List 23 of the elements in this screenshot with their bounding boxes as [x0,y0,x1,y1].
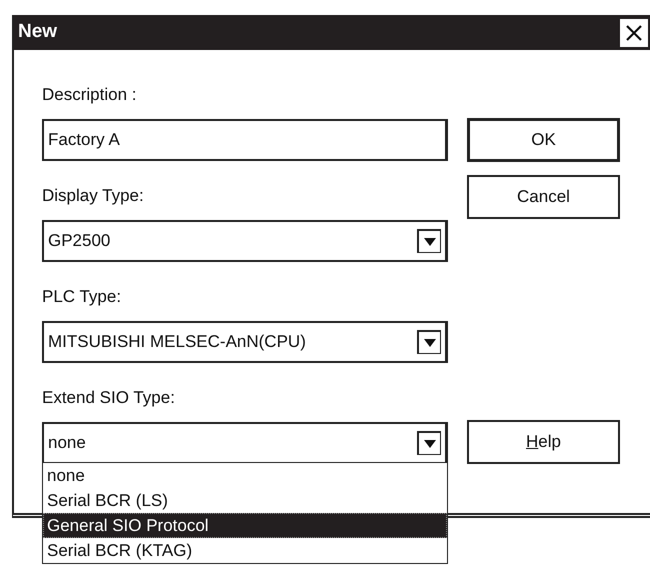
window-title: New [18,20,58,44]
caret-icon [424,238,436,246]
dialog-button[interactable]: OK [467,118,620,162]
field-label: PLC Type: [42,287,122,307]
caret-icon [424,440,436,448]
dropdown-option[interactable]: General SIO Protocol [43,513,447,538]
dropdown-field[interactable]: MITSUBISHI MELSEC-AnN(CPU) [42,321,448,363]
close-button[interactable] [620,18,648,46]
dropdown-field[interactable]: GP2500 [42,220,448,262]
dropdown-option[interactable]: none [43,463,447,488]
field-label: Extend SIO Type: [42,388,176,408]
dropdown-arrow-button[interactable] [417,431,441,455]
text-field[interactable]: Factory A [42,119,448,161]
dropdown-option[interactable]: Serial BCR (KTAG) [43,538,447,563]
field-label: Display Type: [42,186,145,206]
dropdown-arrow-button[interactable] [417,330,441,354]
dropdown-option[interactable]: Serial BCR (LS) [43,488,447,513]
dialog-button[interactable]: Cancel [467,175,620,219]
field-label: Description : [42,85,138,105]
caret-icon [424,338,436,346]
dropdown-arrow-button[interactable] [417,229,441,253]
dialog-button[interactable]: Help [467,420,620,464]
close-icon [625,24,643,42]
